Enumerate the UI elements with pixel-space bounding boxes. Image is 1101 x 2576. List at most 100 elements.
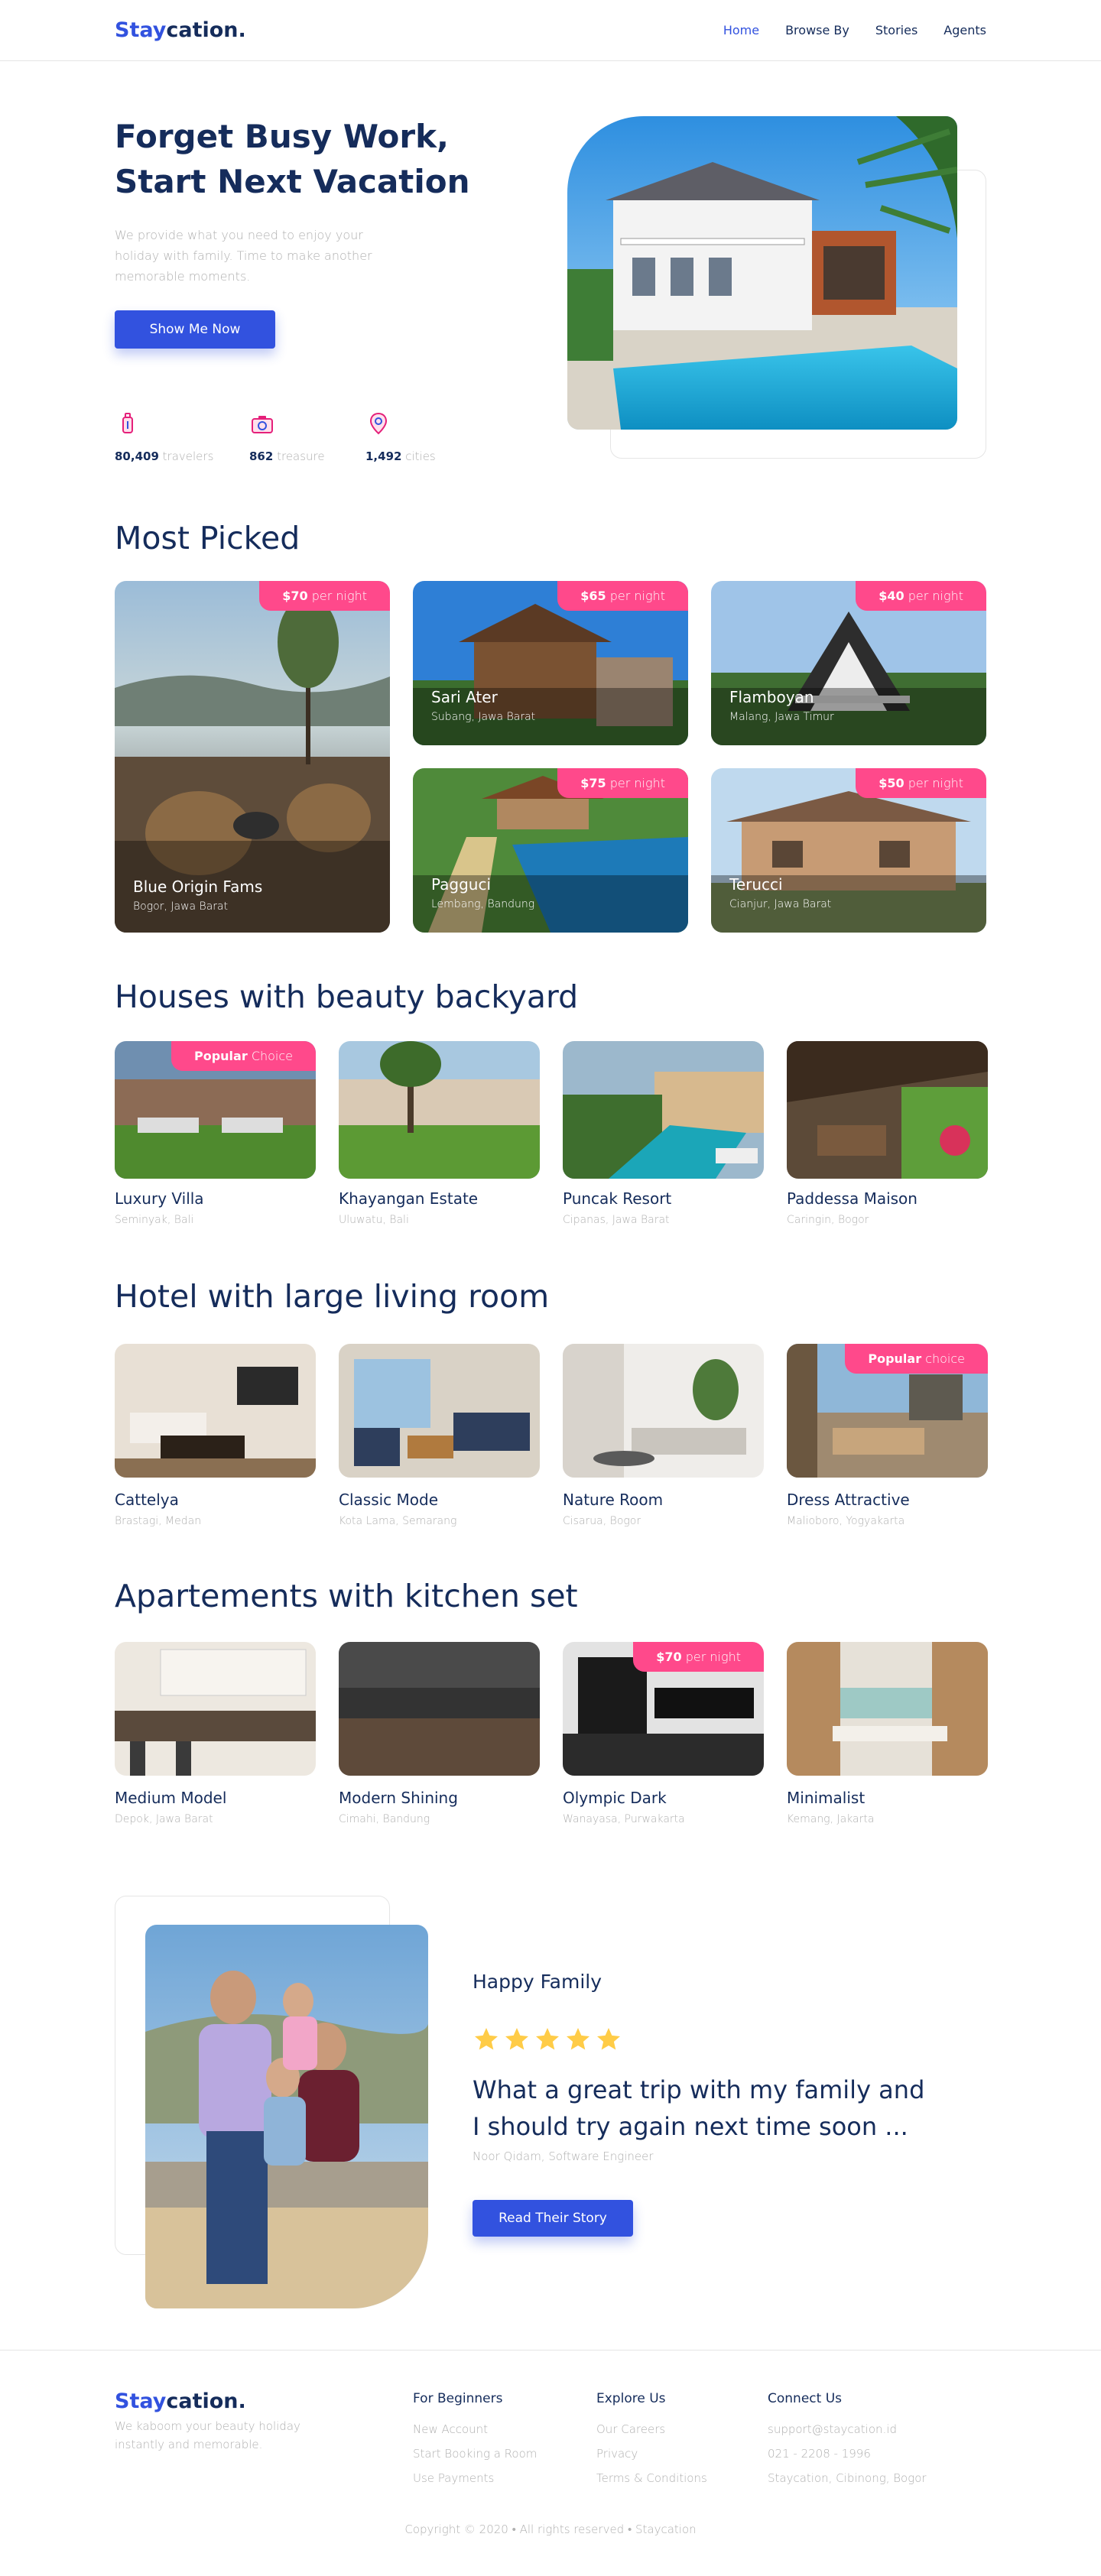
kitchen-card-image[interactable] xyxy=(787,1642,988,1776)
kitchen-card-image[interactable] xyxy=(115,1642,316,1776)
footer-address: Staycation, Cibinong, Bogor xyxy=(768,2471,927,2485)
logo[interactable]: Staycation. xyxy=(115,18,246,42)
backyard-card-image[interactable] xyxy=(339,1041,540,1179)
card-name: Blue Origin Fams xyxy=(133,878,263,896)
footer-link-start-booking[interactable]: Start Booking a Room xyxy=(413,2441,537,2466)
read-their-story-button[interactable]: Read Their Story xyxy=(473,2200,633,2237)
rating-stars xyxy=(473,2026,622,2053)
stat-cities-value: 1,492 xyxy=(365,449,402,463)
most-picked-card[interactable]: $40 per night Flamboyan Malang, Jawa Tim… xyxy=(711,581,986,745)
living-card-image[interactable] xyxy=(563,1344,764,1478)
item-location: Malioboro, Yogyakarta xyxy=(787,1515,905,1527)
most-picked-card[interactable]: $65 per night Sari Ater Subang, Jawa Bar… xyxy=(413,581,688,745)
stat-cities-unit: cities xyxy=(405,449,436,463)
card-name: Flamboyan xyxy=(729,688,814,706)
nav-home[interactable]: Home xyxy=(723,23,759,37)
item-name[interactable]: Luxury Villa xyxy=(115,1189,204,1208)
stat-treasure: 862 treasure xyxy=(249,411,364,463)
price-value: $40 xyxy=(879,589,905,603)
item-location: Cisarua, Bogor xyxy=(563,1515,641,1527)
stat-treasure-unit: treasure xyxy=(277,449,325,463)
price-badge: $50 per night xyxy=(856,768,986,798)
nav-agents[interactable]: Agents xyxy=(943,23,986,37)
card-name: Pagguci xyxy=(431,875,492,894)
popular-choice-badge: Popular choice xyxy=(845,1344,988,1374)
footer-link-privacy[interactable]: Privacy xyxy=(596,2441,707,2466)
item-name[interactable]: Cattelya xyxy=(115,1491,179,1509)
item-location: Cimahi, Bandung xyxy=(339,1813,430,1825)
copyright: Copyright © 2020 • All rights reserved •… xyxy=(404,2522,697,2536)
living-room-title: Hotel with large living room xyxy=(115,1278,550,1315)
footer-link-use-payments[interactable]: Use Payments xyxy=(413,2466,537,2490)
stat-travelers-value: 80,409 xyxy=(115,449,159,463)
item-name[interactable]: Modern Shining xyxy=(339,1789,458,1807)
footer-col-title: Explore Us xyxy=(596,2391,666,2406)
main-nav: Home Browse By Stories Agents xyxy=(723,23,986,37)
card-location: Bogor, Jawa Barat xyxy=(133,900,229,913)
footer-link-terms[interactable]: Terms & Conditions xyxy=(596,2466,707,2490)
card-name: Sari Ater xyxy=(431,688,498,706)
popular-choice-badge: Popular Choice xyxy=(171,1041,316,1071)
most-picked-card[interactable]: $50 per night Terucci Cianjur, Jawa Bara… xyxy=(711,768,986,933)
card-name: Terucci xyxy=(729,875,783,894)
stat-travelers: 80,409 travelers xyxy=(115,411,229,463)
footer-description: We kaboom your beauty holiday instantly … xyxy=(115,2419,300,2451)
badge-light: Choice xyxy=(251,1049,293,1063)
logo-part-cation: cation. xyxy=(166,18,246,42)
item-location: Caringin, Bogor xyxy=(787,1214,869,1226)
backyard-card-image[interactable]: Popular Choice xyxy=(115,1041,316,1179)
price-unit: per night xyxy=(908,589,963,603)
testimonial-family-image xyxy=(145,1925,428,2308)
footer-phone[interactable]: 021 - 2208 - 1996 xyxy=(768,2441,927,2466)
backyard-card-image[interactable] xyxy=(787,1041,988,1179)
star-icon xyxy=(475,2028,498,2050)
item-name[interactable]: Dress Attractive xyxy=(787,1491,910,1509)
stat-cities: 1,492 cities xyxy=(365,411,480,463)
item-name[interactable]: Puncak Resort xyxy=(563,1189,671,1208)
living-card-image[interactable]: Popular choice xyxy=(787,1344,988,1478)
footer-email[interactable]: support@staycation.id xyxy=(768,2417,927,2441)
show-me-now-button[interactable]: Show Me Now xyxy=(115,310,275,349)
footer-logo-cation: cation. xyxy=(166,2389,246,2413)
page: Staycation. Home Browse By Stories Agent… xyxy=(0,0,1101,2576)
item-name[interactable]: Classic Mode xyxy=(339,1491,438,1509)
hero-house-image xyxy=(567,116,957,430)
star-icon xyxy=(505,2028,528,2050)
testimonial-quote: What a great trip with my family and I s… xyxy=(473,2075,925,2141)
item-location: Kota Lama, Semarang xyxy=(339,1515,457,1527)
nav-browse-by[interactable]: Browse By xyxy=(785,23,849,37)
price-unit: per night xyxy=(311,589,367,603)
hero-title: Forget Busy Work, Start Next Vacation xyxy=(115,115,512,205)
card-location: Lembang, Bandung xyxy=(431,898,535,910)
camera-icon xyxy=(252,416,273,433)
most-picked-card[interactable]: $75 per night Pagguci Lembang, Bandung xyxy=(413,768,688,933)
item-name[interactable]: Medium Model xyxy=(115,1789,226,1807)
item-name[interactable]: Nature Room xyxy=(563,1491,663,1509)
kitchen-card-image[interactable]: $70 per night xyxy=(563,1642,764,1776)
most-picked-card[interactable]: $70 per night Blue Origin Fams Bogor, Ja… xyxy=(115,581,390,933)
living-card-image[interactable] xyxy=(339,1344,540,1478)
backyard-card-image[interactable] xyxy=(563,1041,764,1179)
item-name[interactable]: Olympic Dark xyxy=(563,1789,667,1807)
price-unit: per night xyxy=(908,776,963,790)
price-badge: $75 per night xyxy=(557,768,688,798)
living-card-image[interactable] xyxy=(115,1344,316,1478)
price-badge: $40 per night xyxy=(856,581,986,611)
price-value: $70 xyxy=(656,1650,682,1664)
kitchen-card-image[interactable] xyxy=(339,1642,540,1776)
nav-stories[interactable]: Stories xyxy=(875,23,917,37)
testimonial-heading: Happy Family xyxy=(473,1971,602,1993)
price-unit: per night xyxy=(609,776,665,790)
footer-link-careers[interactable]: Our Careers xyxy=(596,2417,707,2441)
price-unit: per night xyxy=(609,589,665,603)
kitchen-title: Apartements with kitchen set xyxy=(115,1578,578,1614)
item-location: Depok, Jawa Barat xyxy=(115,1813,213,1825)
badge-bold: Popular xyxy=(193,1049,248,1063)
footer-link-new-account[interactable]: New Account xyxy=(413,2417,537,2441)
item-name[interactable]: Minimalist xyxy=(787,1789,865,1807)
footer-col-title: For Beginners xyxy=(413,2391,503,2406)
footer-logo[interactable]: Staycation. xyxy=(115,2389,246,2413)
item-name[interactable]: Paddessa Maison xyxy=(787,1189,917,1208)
item-name[interactable]: Khayangan Estate xyxy=(339,1189,478,1208)
item-location: Brastagi, Medan xyxy=(115,1515,202,1527)
